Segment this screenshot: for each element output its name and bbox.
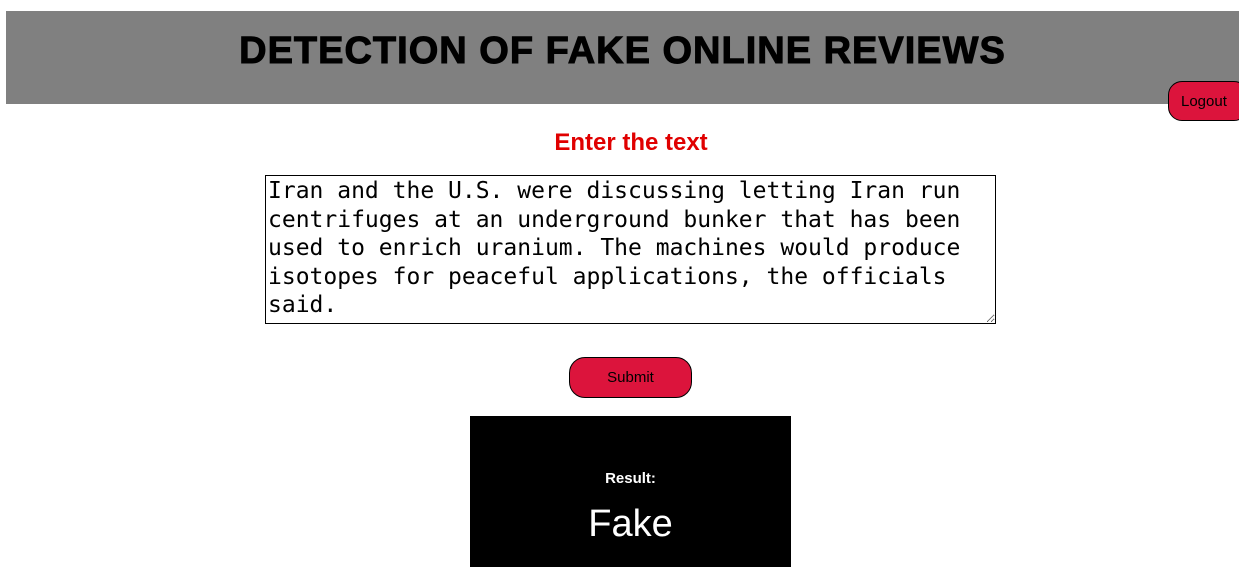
result-value: Fake	[588, 503, 673, 545]
page-header: DETECTION OF FAKE ONLINE REVIEWS	[6, 11, 1239, 104]
submit-button[interactable]: Submit	[569, 357, 692, 398]
result-label: Result:	[605, 470, 656, 487]
enter-text-heading: Enter the text	[554, 129, 708, 156]
result-panel: Result: Fake	[470, 416, 791, 567]
page-title: DETECTION OF FAKE ONLINE REVIEWS	[239, 30, 1006, 73]
logout-button[interactable]: Logout	[1168, 81, 1239, 121]
review-text-input[interactable]	[265, 175, 996, 324]
